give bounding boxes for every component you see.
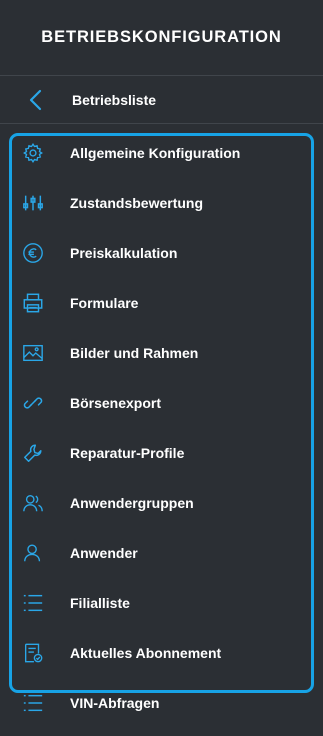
menu-item-anwendergruppen[interactable]: Anwendergruppen <box>12 488 307 518</box>
menu-item-preiskalkulation[interactable]: Preiskalkulation <box>12 238 307 268</box>
menu-item-label: Reparatur-Profile <box>70 445 185 461</box>
user-icon <box>22 542 44 564</box>
menu-item-allgemeine-konfiguration[interactable]: Allgemeine Konfiguration <box>12 138 307 168</box>
back-link-betriebsliste[interactable]: Betriebsliste <box>0 76 323 124</box>
page-title: BETRIEBSKONFIGURATION <box>41 28 282 46</box>
gear-icon <box>22 142 44 164</box>
menu-item-label: VIN-Abfragen <box>70 695 160 711</box>
menu-item-bilder-und-rahmen[interactable]: Bilder und Rahmen <box>12 338 307 368</box>
menu-item-label: Börsenexport <box>70 395 162 411</box>
back-link-label: Betriebsliste <box>72 91 157 108</box>
menu-item-boersenexport[interactable]: Börsenexport <box>12 388 307 418</box>
list-icon <box>22 692 44 714</box>
list-icon <box>22 592 44 614</box>
menu-item-anwender[interactable]: Anwender <box>12 538 307 568</box>
sidebar: BETRIEBSKONFIGURATION Betriebsliste Allg… <box>0 0 323 736</box>
subscription-icon <box>22 642 44 664</box>
sidebar-header: BETRIEBSKONFIGURATION <box>0 0 323 76</box>
menu-item-zustandsbewertung[interactable]: Zustandsbewertung <box>12 188 307 218</box>
menu-list: Allgemeine Konfiguration Zustandsbewertu… <box>9 133 314 712</box>
menu-item-label: Preiskalkulation <box>70 245 178 261</box>
link-icon <box>22 392 44 414</box>
menu-item-aktuelles-abonnement[interactable]: Aktuelles Abonnement <box>12 638 307 668</box>
menu-item-label: Anwendergruppen <box>70 495 194 511</box>
printer-icon <box>22 292 44 314</box>
menu-item-filialliste[interactable]: Filialliste <box>12 588 307 618</box>
menu-item-vin-abfragen[interactable]: VIN-Abfragen <box>12 688 307 718</box>
image-icon <box>22 342 44 364</box>
menu-item-label: Filialliste <box>70 595 130 611</box>
users-icon <box>22 492 44 514</box>
menu-item-label: Formulare <box>70 295 139 311</box>
menu-item-label: Anwender <box>70 545 138 561</box>
chevron-left-icon <box>24 89 46 111</box>
menu-item-reparatur-profile[interactable]: Reparatur-Profile <box>12 438 307 468</box>
menu-item-label: Bilder und Rahmen <box>70 345 199 361</box>
sliders-icon <box>22 192 44 214</box>
wrench-icon <box>22 442 44 464</box>
menu-item-label: Allgemeine Konfiguration <box>70 145 241 161</box>
euro-icon <box>22 242 44 264</box>
menu-item-label: Zustandsbewertung <box>70 195 204 211</box>
menu-item-label: Aktuelles Abonnement <box>70 645 222 661</box>
menu-item-formulare[interactable]: Formulare <box>12 288 307 318</box>
